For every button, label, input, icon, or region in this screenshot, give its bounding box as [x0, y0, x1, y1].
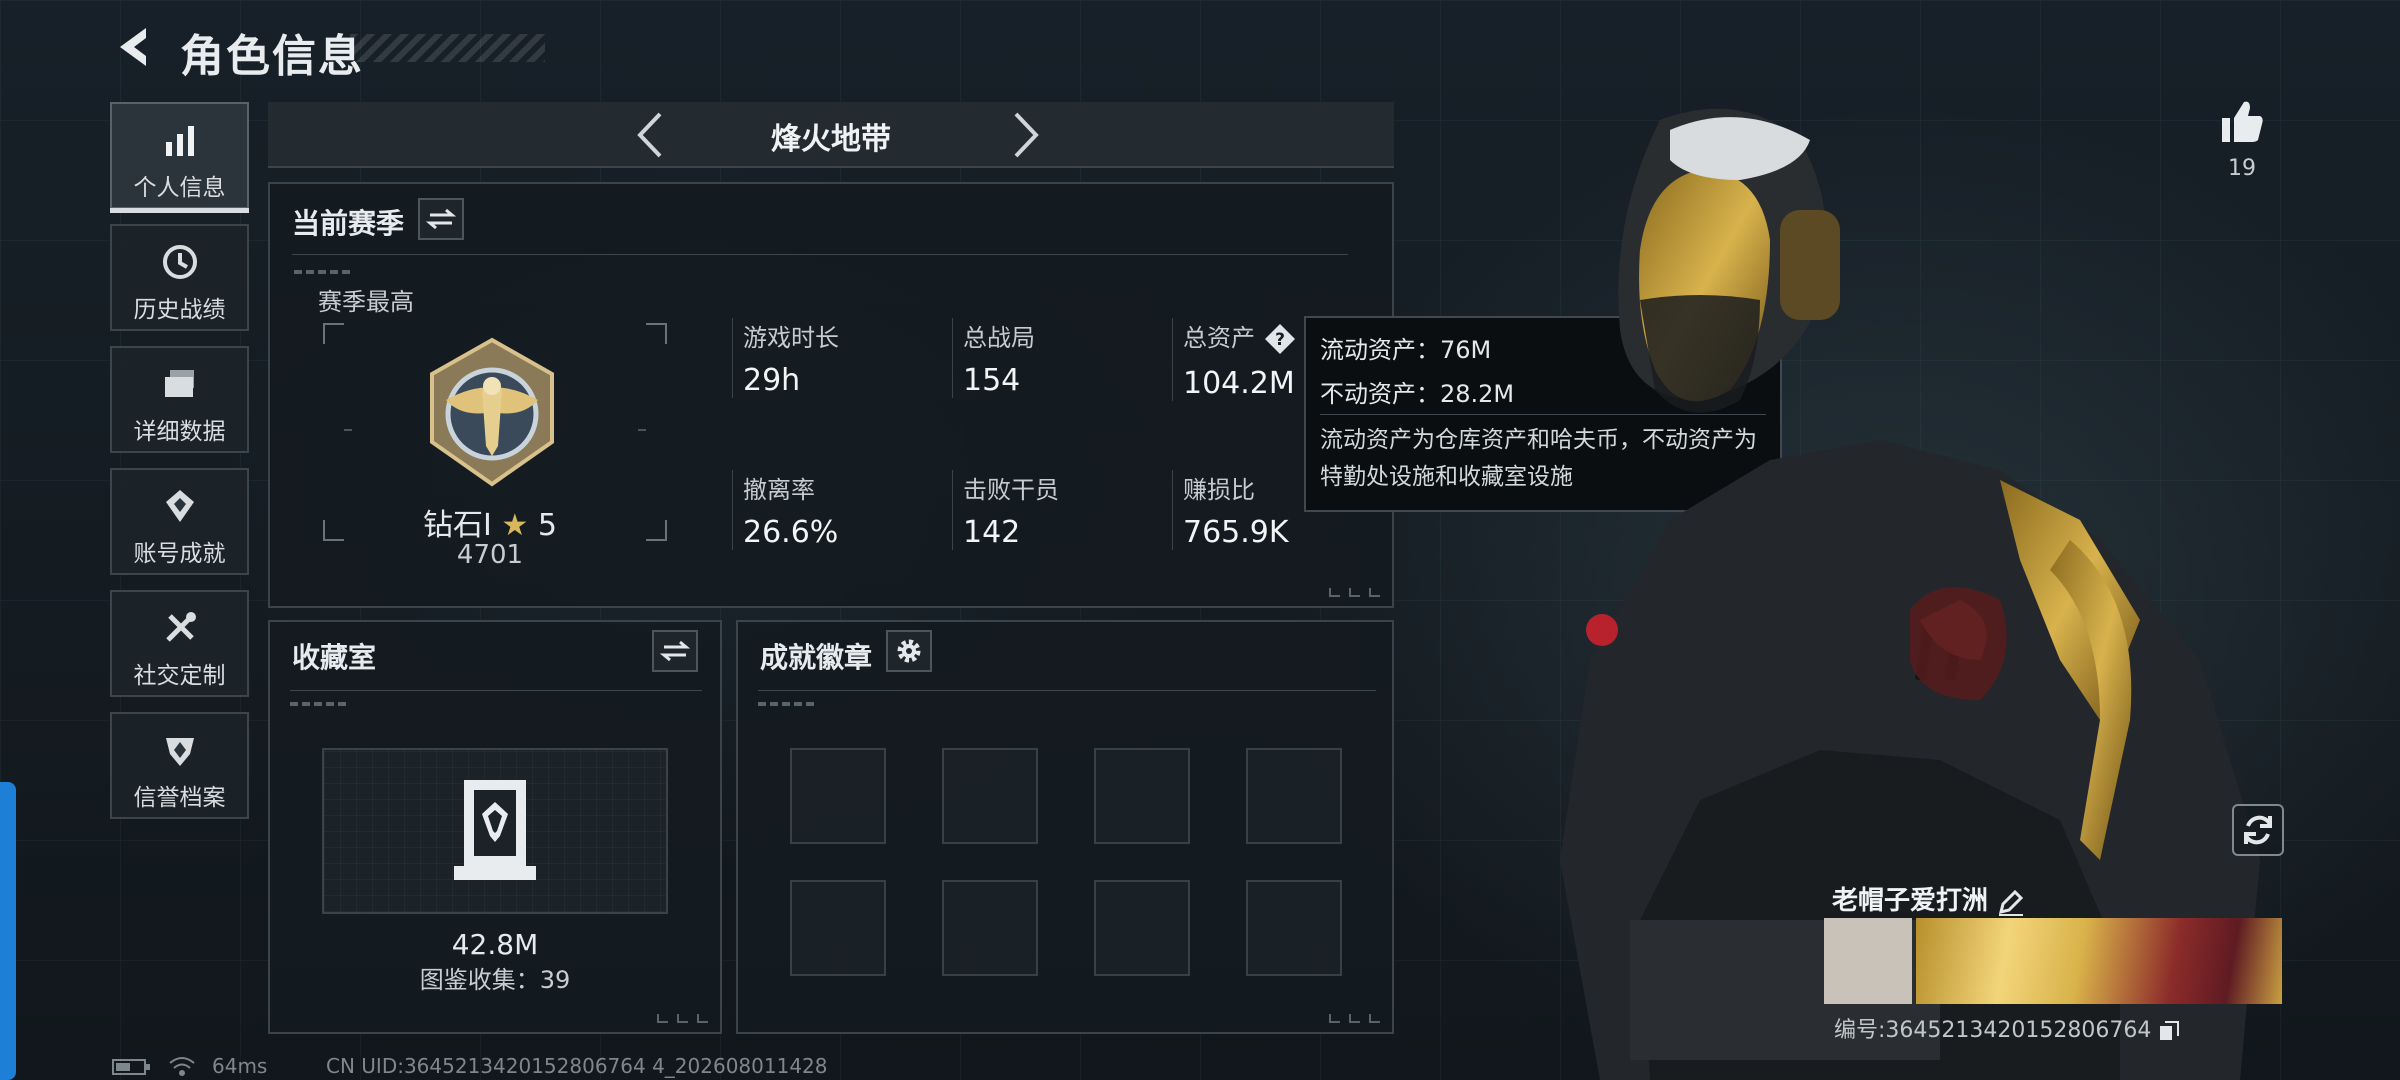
achievement-title: 成就徽章: [760, 641, 873, 674]
wifi-icon: [169, 1057, 195, 1076]
mode-name: 烽火地带: [771, 122, 891, 157]
collection-cabinet-icon: [454, 780, 536, 880]
sidebar-item-social[interactable]: 社交定制: [110, 590, 249, 697]
season-best-label: 赛季最高: [318, 288, 414, 316]
title-decoration: [350, 34, 545, 62]
cn-uid-text: CN UID:3645213420152806764 4_20260801142…: [326, 1054, 828, 1078]
divider: [290, 690, 702, 691]
player-name: 老帽子爱打洲: [1832, 886, 1989, 916]
collection-title: 收藏室: [292, 641, 377, 674]
stat-label: 游戏时长: [743, 324, 839, 352]
side-drawer-tab[interactable]: [0, 782, 16, 1080]
bar-chart-icon: [165, 126, 194, 156]
avatar-card[interactable]: [1824, 918, 1912, 1004]
rotate-icon: [2244, 815, 2272, 845]
rank-name: 钻石Ⅰ: [423, 508, 492, 543]
player-uid-row: 编号:3645213420152806764: [1834, 1012, 2180, 1044]
sidebar-item-label: 个人信息: [133, 175, 226, 201]
badge-slot[interactable]: [942, 880, 1038, 976]
stat-value: 765.9K: [1183, 515, 1289, 550]
svg-text:?: ?: [1275, 330, 1285, 350]
star-icon: ★: [501, 508, 529, 543]
tools-icon: [165, 612, 196, 642]
back-arrow-icon[interactable]: [110, 22, 160, 72]
badge-slot[interactable]: [1094, 880, 1190, 976]
stat-total-matches: 总战局 154: [952, 318, 1163, 398]
rank-stars: 5: [537, 508, 557, 543]
next-mode-arrow-icon[interactable]: [998, 110, 1048, 160]
badge-slot[interactable]: [942, 748, 1038, 844]
decor-mark: [758, 702, 816, 706]
stat-label-text: 总资产: [1183, 324, 1255, 352]
collection-count: 图鉴收集：39: [419, 966, 571, 994]
badge-slot[interactable]: [1246, 880, 1342, 976]
name-card-banner[interactable]: [1916, 918, 2282, 1004]
achievement-icon: [165, 490, 194, 522]
rank-display: 钻石Ⅰ ★ 5: [380, 500, 600, 544]
player-uid: 编号:3645213420152806764: [1834, 1018, 2152, 1043]
sidebar-item-label: 信誉档案: [133, 785, 226, 811]
badge-slot[interactable]: [1094, 748, 1190, 844]
ping-value: 64ms: [212, 1054, 268, 1078]
season-switch-button[interactable]: [418, 198, 464, 240]
sidebar-item-label: 历史战绩: [133, 297, 226, 323]
gear-icon: [897, 639, 921, 663]
divider: [758, 690, 1376, 691]
stat-label: 撤离率: [743, 476, 815, 504]
divider: [292, 254, 1348, 255]
stat-operators-defeated: 击败干员 142: [952, 470, 1163, 550]
stat-value: 26.6%: [743, 515, 839, 550]
sidebar-item-personal-info[interactable]: 个人信息: [110, 102, 249, 213]
sidebar-item-details[interactable]: 详细数据: [110, 346, 249, 453]
history-clock-icon: [162, 245, 197, 279]
sidebar-item-label: 账号成就: [133, 541, 226, 567]
collection-switch-button[interactable]: [652, 630, 698, 672]
sidebar-item-achievements[interactable]: 账号成就: [110, 468, 249, 575]
achievement-settings-button[interactable]: [886, 630, 932, 672]
player-name-row: 老帽子爱打洲: [1832, 880, 2025, 917]
sidebar-item-label: 社交定制: [133, 663, 226, 689]
badge-slot[interactable]: [790, 880, 886, 976]
page-title: 角色信息: [180, 31, 364, 82]
collection-value: 42.8M: [451, 928, 539, 961]
edit-pencil-icon[interactable]: [1997, 888, 2025, 916]
thumbs-up-icon[interactable]: [2216, 96, 2268, 148]
mode-selector: 烽火地带: [268, 102, 1394, 168]
corner-decoration: [657, 1014, 708, 1023]
corner-decoration: [1329, 1014, 1380, 1023]
decor-mark: [294, 270, 352, 274]
stat-extraction-rate: 撤离率 26.6%: [732, 470, 943, 550]
badge-slot[interactable]: [1246, 748, 1342, 844]
battery-icon: [112, 1059, 150, 1075]
stat-value: 29h: [743, 363, 801, 398]
stat-label: 击败干员: [963, 476, 1059, 504]
sidebar-item-credit[interactable]: 信誉档案: [110, 712, 249, 819]
decor-mark: [290, 702, 348, 706]
diamond-rank-emblem-icon: [430, 337, 554, 487]
like-count: 19: [2228, 156, 2256, 181]
folder-icon: [164, 370, 194, 397]
badge-slot[interactable]: [790, 748, 886, 844]
rank-score: 4701: [456, 540, 524, 570]
switch-arrows-icon: [425, 208, 457, 230]
stat-play-time: 游戏时长 29h: [732, 318, 943, 398]
sidebar-item-history[interactable]: 历史战绩: [110, 224, 249, 331]
credit-shield-icon: [165, 738, 194, 766]
help-icon[interactable]: ?: [1263, 322, 1297, 356]
stat-label: 总战局: [963, 324, 1035, 352]
season-title: 当前赛季: [292, 207, 405, 240]
rotate-view-button[interactable]: [2232, 804, 2284, 856]
stat-value: 154: [963, 363, 1021, 398]
switch-arrows-icon: [659, 640, 691, 662]
corner-decoration: [1329, 588, 1380, 597]
stat-value: 142: [963, 515, 1021, 550]
copy-icon[interactable]: [2158, 1020, 2180, 1042]
sidebar-item-label: 详细数据: [133, 419, 226, 445]
